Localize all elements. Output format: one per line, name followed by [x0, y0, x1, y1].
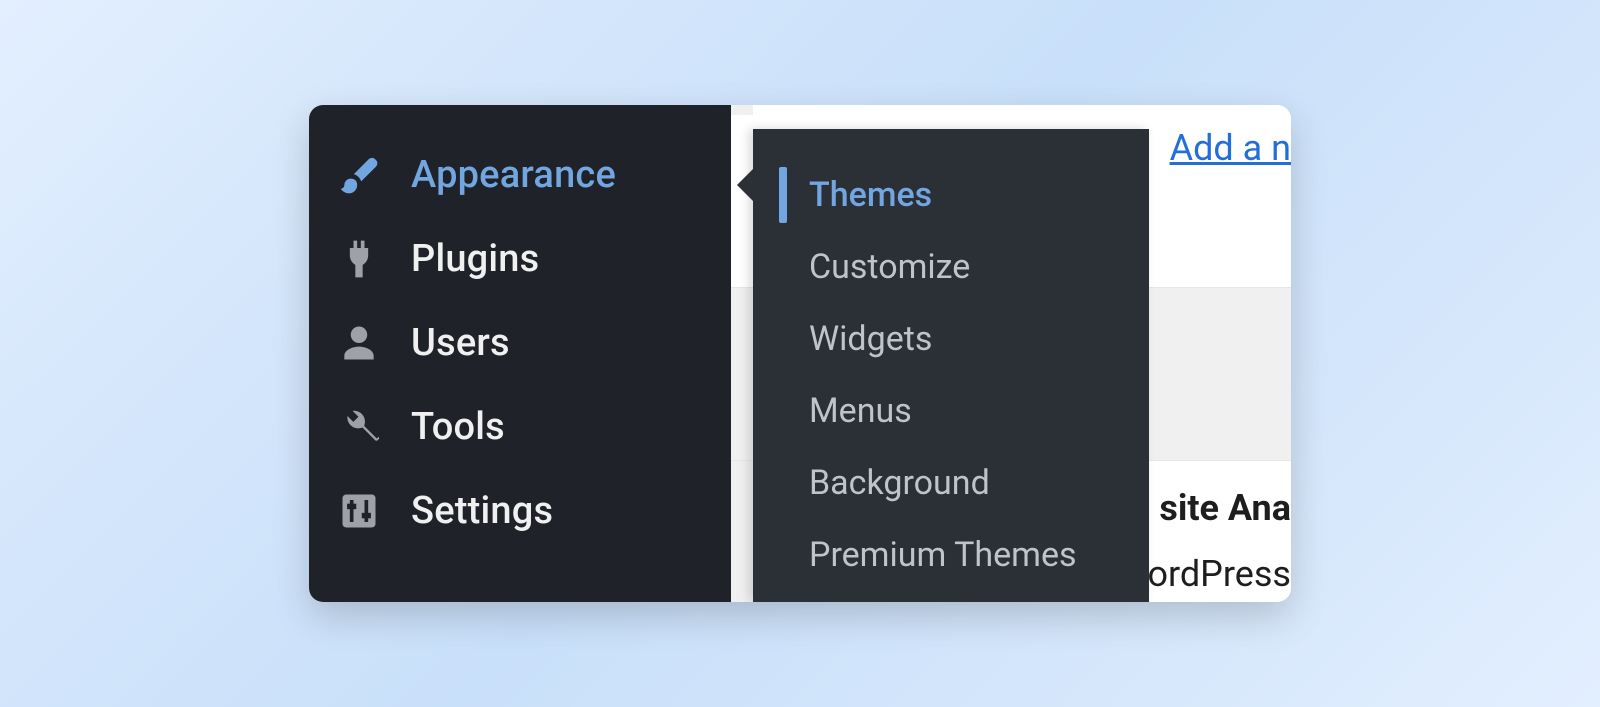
sidebar-item-label: Tools — [411, 405, 505, 449]
sliders-icon — [337, 489, 381, 533]
submenu-item-menus[interactable]: Menus — [753, 375, 1149, 447]
sidebar-item-label: Users — [411, 321, 510, 365]
section-subline: ordPress — [1147, 553, 1291, 595]
gap-strip-inner — [729, 115, 753, 287]
submenu-item-background[interactable]: Background — [753, 447, 1149, 519]
section-headline: site Ana — [1159, 487, 1291, 529]
admin-sidebar: Appearance Plugins Users Tools Settings — [309, 105, 731, 602]
sidebar-item-label: Plugins — [411, 237, 539, 281]
admin-panel-crop: Add a n site Ana ordPress Appearance Plu… — [309, 105, 1291, 602]
appearance-submenu: Themes Customize Widgets Menus Backgroun… — [753, 129, 1149, 602]
submenu-item-themes[interactable]: Themes — [753, 159, 1149, 231]
submenu-item-premium-themes[interactable]: Premium Themes — [753, 519, 1149, 591]
brush-icon — [337, 153, 381, 197]
submenu-item-widgets[interactable]: Widgets — [753, 303, 1149, 375]
sidebar-item-appearance[interactable]: Appearance — [309, 133, 731, 217]
wrench-icon — [337, 405, 381, 449]
sidebar-item-tools[interactable]: Tools — [309, 385, 731, 469]
user-icon — [337, 321, 381, 365]
sidebar-item-label: Settings — [411, 489, 553, 533]
plug-icon — [337, 237, 381, 281]
submenu-item-customize[interactable]: Customize — [753, 231, 1149, 303]
sidebar-item-label: Appearance — [411, 153, 616, 197]
sidebar-item-users[interactable]: Users — [309, 301, 731, 385]
add-new-link[interactable]: Add a n — [1170, 127, 1291, 169]
sidebar-item-plugins[interactable]: Plugins — [309, 217, 731, 301]
sidebar-item-settings[interactable]: Settings — [309, 469, 731, 553]
